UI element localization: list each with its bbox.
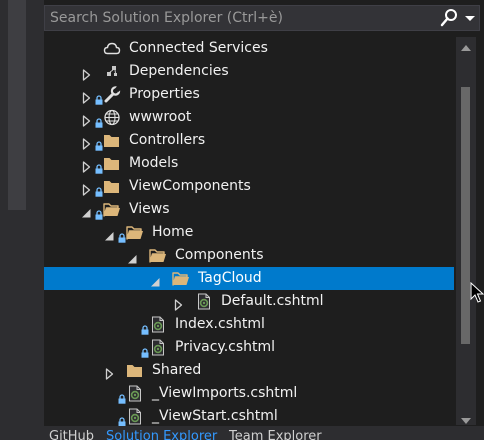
left-panel-strip xyxy=(0,0,44,440)
connected-services-icon xyxy=(103,40,121,57)
mouse-cursor-icon xyxy=(470,281,484,304)
tree-item-label: Home xyxy=(152,224,194,240)
search-bar xyxy=(44,5,480,31)
tree-item-label: Privacy.cshtml xyxy=(175,339,276,355)
lock-icon xyxy=(95,182,103,197)
expand-arrow-collapsed-icon[interactable] xyxy=(80,158,92,173)
tree-item-wwwroot[interactable]: wwwroot xyxy=(44,106,454,129)
tree-item-views[interactable]: Views xyxy=(44,198,454,221)
tree-item-label: Shared xyxy=(152,362,202,378)
scroll-up-arrow-icon[interactable] xyxy=(460,40,472,51)
bottom-tab-strip: GitHub Solution Explorer Team Explorer xyxy=(44,426,484,440)
razor-file-icon xyxy=(149,339,167,356)
tree-item-label: Index.cshtml xyxy=(175,316,265,332)
tree-item-label: Controllers xyxy=(129,132,206,148)
tab-solution-explorer[interactable]: Solution Explorer xyxy=(106,426,217,440)
tree-item-label: _ViewStart.cshtml xyxy=(152,408,278,424)
expand-arrow-expanded-icon[interactable] xyxy=(80,204,92,218)
tree-item-connected-services[interactable]: Connected Services xyxy=(44,37,454,60)
search-icon[interactable] xyxy=(439,8,461,28)
left-panel-scroll-thumb[interactable] xyxy=(8,0,26,210)
tree-item-label: Dependencies xyxy=(129,63,229,79)
expand-arrow-collapsed-icon[interactable] xyxy=(172,296,184,311)
tree-item-controllers[interactable]: Controllers xyxy=(44,129,454,152)
lock-icon xyxy=(141,343,149,358)
tree-item-models[interactable]: Models xyxy=(44,152,454,175)
search-options-dropdown-icon[interactable] xyxy=(463,10,477,26)
expand-arrow-expanded-icon[interactable] xyxy=(103,227,115,241)
tree-item-default-cshtml[interactable]: Default.cshtml xyxy=(44,290,454,313)
tree-item-viewcomponents[interactable]: ViewComponents xyxy=(44,175,454,198)
scrollbar-thumb[interactable] xyxy=(461,87,470,344)
lock-icon xyxy=(118,412,126,427)
wrench-icon xyxy=(103,84,123,103)
razor-file-icon xyxy=(149,316,167,333)
expand-arrow-collapsed-icon[interactable] xyxy=(80,181,92,196)
lock-icon xyxy=(118,389,126,404)
lock-icon xyxy=(141,320,149,335)
tree-item-label: wwwroot xyxy=(129,109,192,125)
folder-icon xyxy=(103,178,121,195)
tree-item-tagcloud[interactable]: TagCloud xyxy=(44,267,454,290)
tree-item-label: TagCloud xyxy=(198,270,262,286)
folder-icon xyxy=(103,155,121,172)
tree-item-label: Components xyxy=(175,247,264,263)
tree-item-label: Properties xyxy=(129,86,200,102)
expand-arrow-collapsed-icon[interactable] xyxy=(103,365,115,380)
tree-item-label: Connected Services xyxy=(129,40,268,56)
folder-open-icon xyxy=(172,270,190,287)
lock-icon xyxy=(95,205,103,220)
tree-item-label: Views xyxy=(129,201,170,217)
razor-file-icon xyxy=(126,408,144,425)
razor-file-icon xyxy=(195,293,213,310)
expand-arrow-collapsed-icon[interactable] xyxy=(80,89,92,104)
folder-open-icon xyxy=(149,247,167,264)
lock-icon xyxy=(95,90,103,105)
folder-icon xyxy=(103,132,121,149)
tree-item-shared[interactable]: Shared xyxy=(44,359,454,382)
lock-icon xyxy=(95,159,103,174)
expand-arrow-collapsed-icon[interactable] xyxy=(80,66,92,81)
folder-open-icon xyxy=(103,201,121,218)
tree-item-properties[interactable]: Properties xyxy=(44,83,454,106)
tree-item-label: _ViewImports.cshtml xyxy=(152,385,298,401)
tree-item-viewimports-cshtml[interactable]: _ViewImports.cshtml xyxy=(44,382,454,405)
solution-tree: Connected Services Dependencies Properties… xyxy=(44,37,454,434)
expand-arrow-expanded-icon[interactable] xyxy=(149,273,161,287)
tab-team-explorer[interactable]: Team Explorer xyxy=(229,426,322,440)
tree-item-viewstart-cshtml[interactable]: _ViewStart.cshtml xyxy=(44,405,454,428)
globe-icon xyxy=(103,109,121,126)
tab-github[interactable]: GitHub xyxy=(49,426,94,440)
scroll-down-arrow-icon[interactable] xyxy=(460,413,472,424)
lock-icon xyxy=(118,228,126,243)
tree-item-dependencies[interactable]: Dependencies xyxy=(44,60,454,83)
expand-arrow-collapsed-icon[interactable] xyxy=(80,112,92,127)
tree-item-components[interactable]: Components xyxy=(44,244,454,267)
expand-arrow-collapsed-icon[interactable] xyxy=(80,135,92,150)
razor-file-icon xyxy=(126,385,144,402)
vertical-scrollbar[interactable] xyxy=(456,37,476,425)
tree-item-label: Models xyxy=(129,155,179,171)
folder-icon xyxy=(126,362,144,379)
folder-open-icon xyxy=(126,224,144,241)
dependencies-icon xyxy=(103,63,121,80)
tree-item-label: Default.cshtml xyxy=(221,293,324,309)
lock-icon xyxy=(95,136,103,151)
search-input[interactable] xyxy=(45,6,429,30)
tree-item-privacy-cshtml[interactable]: Privacy.cshtml xyxy=(44,336,454,359)
expand-arrow-expanded-icon[interactable] xyxy=(126,250,138,264)
tree-item-label: ViewComponents xyxy=(129,178,251,194)
tree-item-home[interactable]: Home xyxy=(44,221,454,244)
lock-icon xyxy=(95,113,103,128)
tree-item-index-cshtml[interactable]: Index.cshtml xyxy=(44,313,454,336)
